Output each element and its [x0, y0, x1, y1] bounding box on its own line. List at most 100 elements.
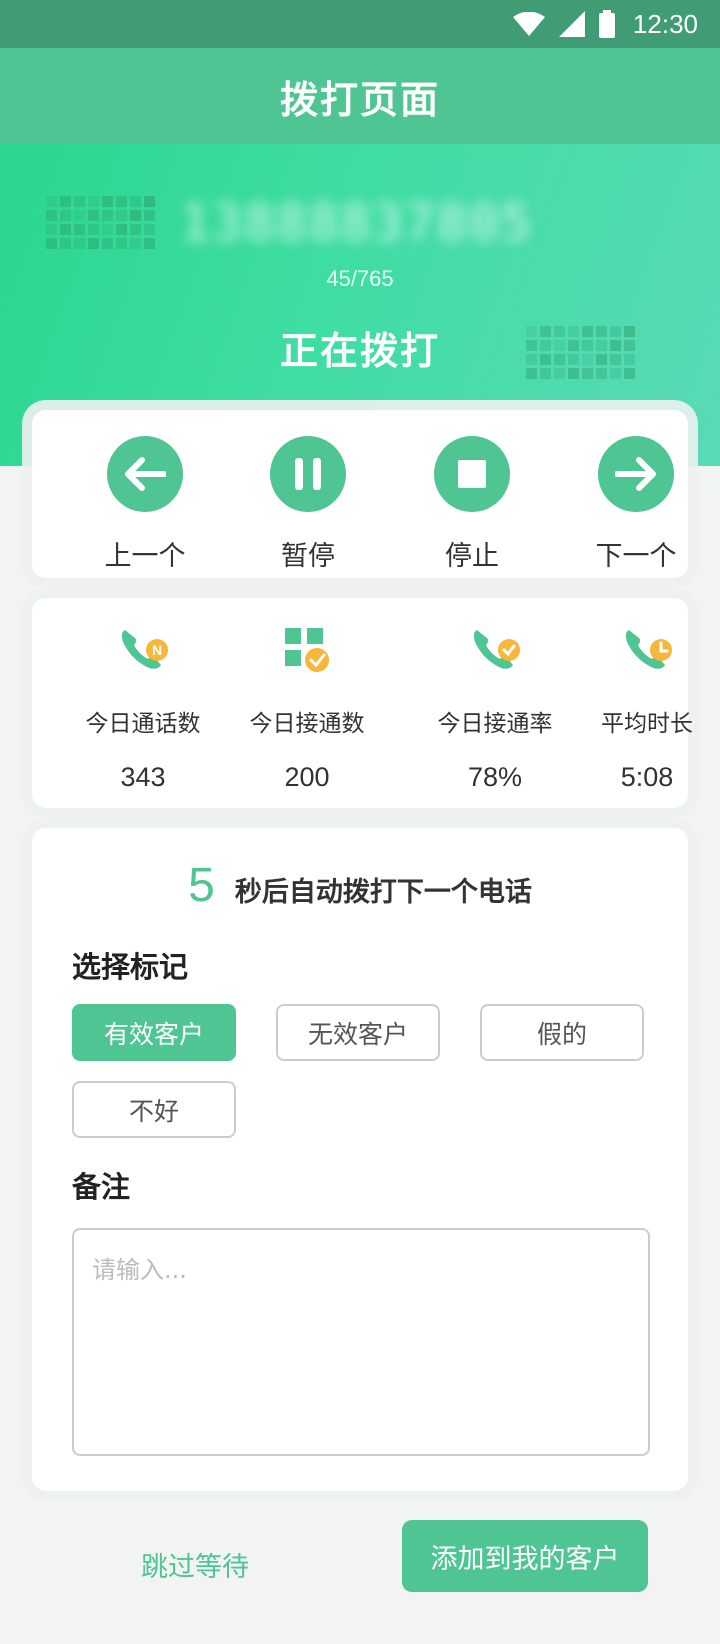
- call-progress: 45/765: [326, 266, 394, 291]
- next-label: 下一个: [595, 541, 677, 572]
- arrow-left-icon: [107, 436, 183, 512]
- mosaic-cell: [102, 238, 113, 249]
- mosaic-cell: [144, 196, 155, 207]
- battery-icon: [598, 10, 615, 38]
- mosaic-cell: [88, 210, 99, 221]
- mosaic-cell: [554, 354, 565, 365]
- mosaic-cell: [554, 340, 565, 351]
- remark-input[interactable]: 请输入...: [72, 1228, 650, 1456]
- pause-button[interactable]: 暂停: [248, 436, 368, 573]
- mosaic-cell: [554, 326, 565, 337]
- mosaic-cell: [526, 368, 537, 379]
- mosaic-cell: [102, 196, 113, 207]
- mosaic-cell: [102, 210, 113, 221]
- mosaic-cell: [610, 368, 621, 379]
- add-to-my-customers-button[interactable]: 添加到我的客户: [402, 1520, 648, 1592]
- phone-check-icon: [473, 630, 520, 669]
- stat-duration: 平均时长 5:08: [572, 622, 720, 793]
- arrow-right-icon: [598, 436, 674, 512]
- mosaic-cell: [526, 340, 537, 351]
- mosaic-cell: [74, 196, 85, 207]
- mosaic-cell: [102, 224, 113, 235]
- mosaic-cell: [554, 368, 565, 379]
- mosaic-cell: [568, 354, 579, 365]
- skip-wait-button[interactable]: 跳过等待: [110, 1530, 280, 1598]
- signal-icon: [558, 11, 585, 37]
- mosaic-cell: [46, 196, 57, 207]
- mosaic-cell: [116, 238, 127, 249]
- stop-label: 停止: [445, 541, 499, 572]
- remark-section-title: 备注: [72, 1170, 131, 1204]
- mosaic-cell: [540, 368, 551, 379]
- mosaic-cell: [60, 238, 71, 249]
- mosaic-cell: [130, 224, 141, 235]
- mosaic-cell: [526, 326, 537, 337]
- mosaic-cell: [46, 224, 57, 235]
- mosaic-cell: [610, 340, 621, 351]
- auto-dial-countdown: 5 秒后自动拨打下一个电话: [32, 858, 688, 913]
- mosaic-cell: [144, 210, 155, 221]
- mosaic-cell: [596, 354, 607, 365]
- mosaic-cell: [88, 238, 99, 249]
- mosaic-cell: [568, 340, 579, 351]
- clock: 12:30: [632, 8, 698, 39]
- mosaic-cell: [624, 326, 635, 337]
- remark-placeholder: 请输入...: [92, 1256, 187, 1284]
- stat-value: 78%: [467, 762, 523, 792]
- mosaic-cell: [46, 238, 57, 249]
- mosaic-cell: [596, 340, 607, 351]
- pause-icon: [270, 436, 346, 512]
- next-button[interactable]: 下一个: [576, 436, 696, 573]
- status-bar: 12:30: [0, 0, 720, 48]
- mark-and-remark-panel: 5 秒后自动拨打下一个电话 选择标记 有效客户 无效客户 假的 不好 备注 请输…: [32, 828, 688, 1491]
- mosaic-cell: [116, 210, 127, 221]
- call-controls: 上一个 暂停 停止 下一个: [32, 410, 688, 578]
- phone-number: 13888837805: [180, 194, 534, 250]
- previous-label: 上一个: [104, 541, 186, 572]
- mosaic-cell: [74, 224, 85, 235]
- mosaic-cell: [582, 340, 593, 351]
- mosaic-cell: [116, 196, 127, 207]
- tag-invalid-customer[interactable]: 无效客户: [276, 1004, 440, 1061]
- new-badge: N: [152, 642, 162, 658]
- tag-valid-customer[interactable]: 有效客户: [72, 1004, 236, 1061]
- stat-label: 今日接通数: [249, 711, 365, 737]
- mosaic-cell: [60, 210, 71, 221]
- tag-fake[interactable]: 假的: [480, 1004, 644, 1061]
- mosaic-cell: [130, 210, 141, 221]
- mosaic-cell: [144, 238, 155, 249]
- wifi-icon: [512, 12, 545, 36]
- mosaic-cell: [130, 196, 141, 207]
- tag-not-good[interactable]: 不好: [72, 1081, 236, 1138]
- stat-calls: N 今日通话数 343: [68, 622, 218, 793]
- mosaic-cell: [88, 224, 99, 235]
- previous-button[interactable]: 上一个: [85, 436, 205, 573]
- decor-mosaic: [526, 326, 635, 379]
- contact-avatar-mosaic: [46, 196, 155, 249]
- mosaic-cell: [624, 368, 635, 379]
- mosaic-cell: [596, 368, 607, 379]
- mosaic-cell: [130, 238, 141, 249]
- mosaic-cell: [60, 196, 71, 207]
- stat-label: 今日通话数: [85, 711, 201, 737]
- stat-rate: 今日接通率 78%: [420, 622, 570, 793]
- bottom-actions: 跳过等待 添加到我的客户: [0, 1506, 720, 1644]
- mosaic-cell: [540, 326, 551, 337]
- phone-new-icon: N: [121, 630, 168, 669]
- mosaic-cell: [74, 238, 85, 249]
- mosaic-cell: [540, 340, 551, 351]
- mosaic-cell: [116, 224, 127, 235]
- stop-button[interactable]: 停止: [412, 436, 532, 573]
- mark-section-title: 选择标记: [72, 950, 189, 984]
- stat-value: 5:08: [620, 762, 674, 792]
- stat-label: 平均时长: [601, 711, 693, 737]
- mosaic-cell: [582, 368, 593, 379]
- mosaic-cell: [624, 340, 635, 351]
- today-stats: N 今日通话数 343 今日接通数 200 今日接通率 78% 平均时长 5:0…: [32, 598, 693, 808]
- mosaic-cell: [596, 326, 607, 337]
- mosaic-cell: [46, 210, 57, 221]
- mosaic-cell: [610, 354, 621, 365]
- mosaic-cell: [540, 354, 551, 365]
- pause-label: 暂停: [281, 541, 335, 572]
- phone-clock-icon: [625, 630, 672, 669]
